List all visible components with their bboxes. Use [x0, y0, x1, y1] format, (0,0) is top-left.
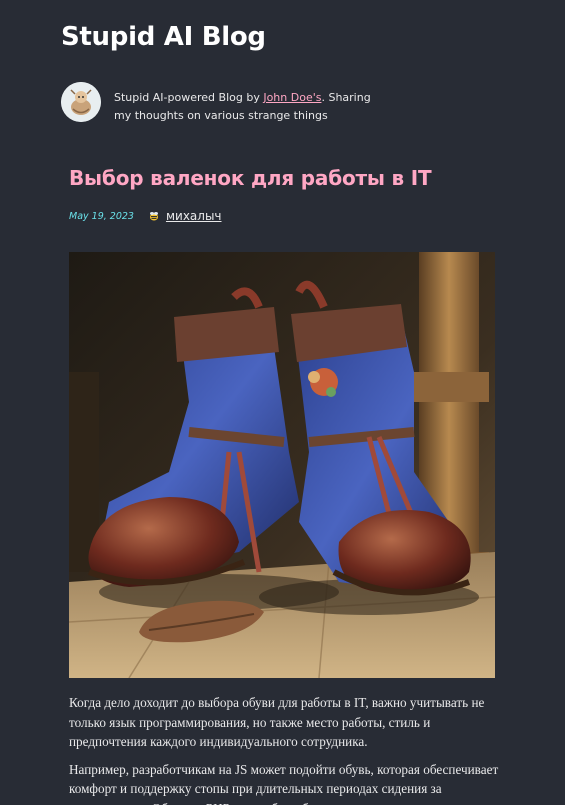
site-header: Stupid AI Blog — [61, 22, 266, 52]
boots-painting-image — [69, 252, 495, 678]
bee-icon — [148, 210, 160, 222]
post-author-link[interactable]: михалыч — [166, 209, 222, 223]
author-bio: Stupid AI-powered Blog by John Doe's. Sh… — [61, 82, 391, 136]
bio-author-link[interactable]: John Doe's — [263, 91, 321, 104]
post-paragraph-2: Например, разработчикам на JS может подо… — [69, 761, 499, 805]
site-title-link[interactable]: Stupid AI Blog — [61, 22, 266, 52]
post-paragraph-1: Когда дело доходит до выбора обуви для р… — [69, 695, 485, 749]
post-content: Когда дело доходит до выбора обуви для р… — [69, 693, 509, 805]
avatar — [61, 82, 101, 122]
bio-text: Stupid AI-powered Blog by John Doe's. Sh… — [114, 89, 391, 125]
avatar-illustration-icon — [61, 82, 101, 122]
post-date: May 19, 2023 — [69, 210, 134, 222]
post-hero-image — [69, 252, 495, 678]
post-title: Выбор валенок для работы в IT — [69, 166, 432, 190]
bio-text-before: Stupid AI-powered Blog by — [114, 91, 264, 104]
post-meta: May 19, 2023 михалыч — [69, 209, 222, 223]
